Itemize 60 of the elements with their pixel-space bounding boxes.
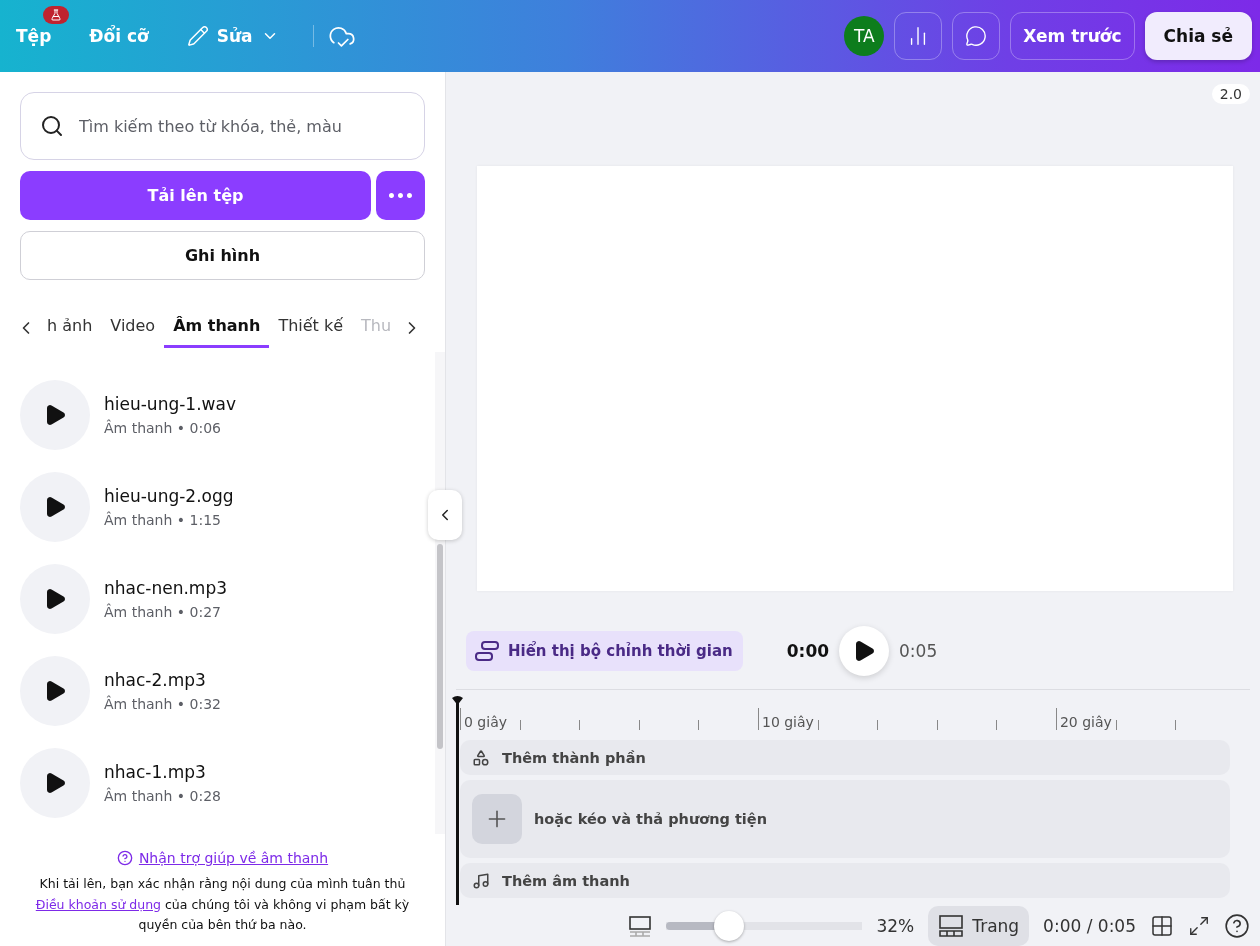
record-button[interactable]: Ghi hình (20, 231, 425, 280)
terms-notice: Khi tải lên, bạn xác nhận rằng nội dung của mình tuân thủ Điều khoản sử dụng của chúng tôi và không vi phạm bất kỳ quyền của bên thứ ba nào. (34, 875, 411, 935)
category-tab[interactable]: Âm thanh (164, 308, 270, 348)
category-tab[interactable]: h ảnh (38, 308, 102, 348)
current-time: 0:00 (786, 641, 830, 662)
shapes-icon (472, 748, 490, 767)
category-tab[interactable]: Video (101, 308, 165, 348)
timeline-track[interactable]: hoặc kéo và thả phương tiện (460, 780, 1230, 858)
timeline-track[interactable]: Thêm thành phần (460, 740, 1230, 775)
file-meta: Âm thanh • 0:27 (104, 604, 222, 620)
help-link[interactable]: Nhận trợ giúp về âm thanh (116, 850, 329, 867)
grid-view-icon[interactable] (1150, 914, 1174, 938)
file-meta: Âm thanh • 0:32 (104, 696, 221, 712)
play-button[interactable] (839, 626, 890, 677)
more-button[interactable]: ••• (376, 171, 425, 220)
scrollbar-thumb[interactable] (437, 544, 443, 749)
file-meta: Âm thanh • 0:28 (104, 788, 221, 804)
file-name: nhac-nen.mp3 (104, 578, 228, 598)
track-label: Thêm âm thanh (502, 872, 630, 889)
file-name: nhac-1.mp3 (104, 762, 207, 782)
search-icon (40, 114, 64, 138)
page-view-icon (628, 914, 653, 938)
file-name: hieu-ung-2.ogg (104, 486, 234, 506)
track-label: Thêm thành phần (502, 749, 646, 766)
search-field[interactable]: Tìm kiếm theo từ khóa, thẻ, màu (20, 92, 425, 160)
upload-button[interactable]: Tải lên tệp (20, 171, 371, 220)
insights-button[interactable] (894, 12, 943, 60)
fullscreen-icon[interactable] (1188, 915, 1210, 937)
file-meta: Âm thanh • 1:15 (104, 512, 222, 528)
user-avatar[interactable]: TA (844, 16, 885, 56)
music-note-icon (472, 871, 490, 890)
page-layout-icon (938, 914, 965, 938)
help-icon (116, 850, 133, 867)
category-tab[interactable]: Thiết kế (269, 308, 353, 348)
zoom-thumb[interactable] (714, 911, 745, 941)
timing-icon (474, 640, 500, 663)
ruler-label: 20 giây (1059, 714, 1112, 730)
time-readout: 0:00 / 0:05 (1043, 916, 1136, 936)
timing-button[interactable]: Hiển thị bộ chỉnh thời gian (466, 631, 743, 672)
file-name: nhac-2.mp3 (104, 670, 207, 690)
share-button[interactable]: Chia sẻ (1144, 12, 1252, 60)
pages-button[interactable]: Trang (928, 906, 1030, 946)
total-time: 0:05 (899, 641, 938, 662)
terms-link[interactable]: Điều khoản sử dụng (35, 896, 161, 912)
add-media-button[interactable] (472, 794, 522, 844)
track-label: hoặc kéo và thả phương tiện (534, 811, 767, 827)
ruler-label: 0 giây (464, 714, 507, 730)
file-meta: Âm thanh • 0:06 (104, 420, 222, 436)
zoom-percent: 32% (876, 916, 915, 936)
file-name: hieu-ung-1.wav (104, 394, 236, 414)
pencil-icon (186, 25, 209, 47)
ruler-label: 10 giây (761, 714, 814, 730)
speech-bubble-icon (965, 25, 988, 47)
timeline-track[interactable]: Thêm âm thanh (460, 863, 1230, 898)
comment-button[interactable] (952, 12, 1001, 60)
help-icon[interactable] (1224, 913, 1250, 939)
version-label: 2.0 (1211, 84, 1250, 104)
preview-button[interactable]: Xem trước (1010, 12, 1135, 60)
flask-badge (43, 6, 70, 24)
playhead[interactable] (451, 695, 464, 905)
